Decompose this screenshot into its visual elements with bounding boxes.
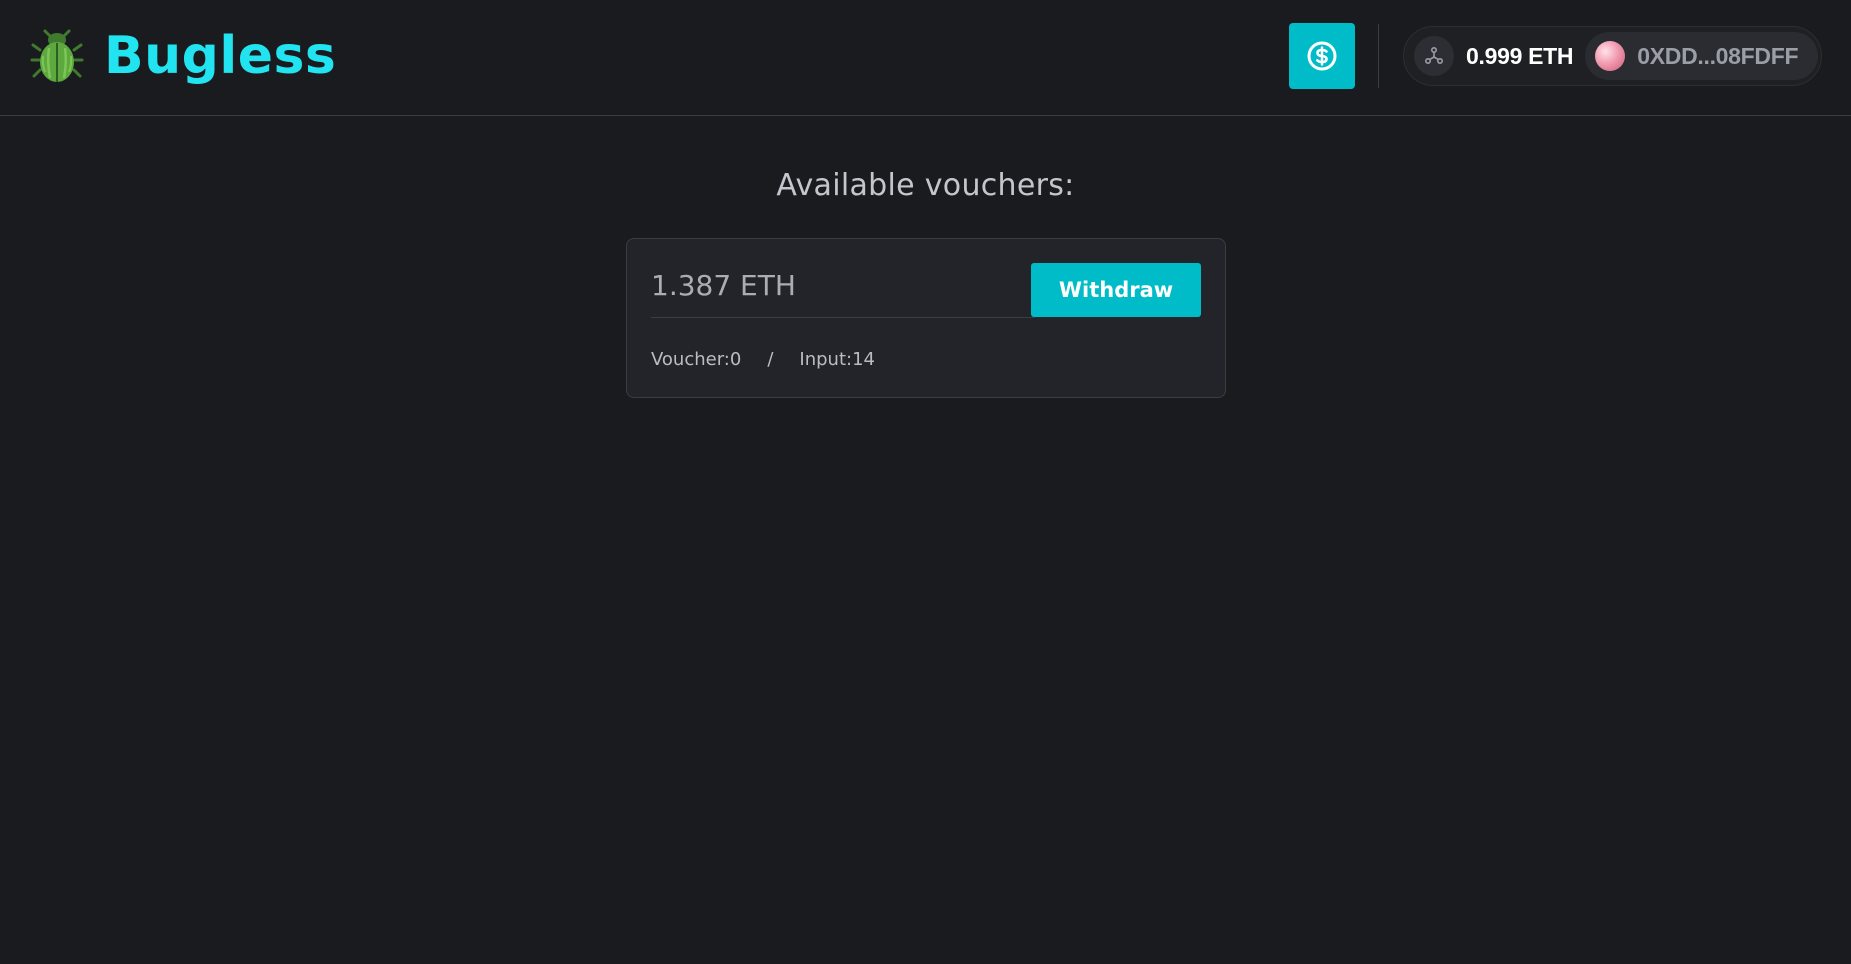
page-title: Available vouchers:	[776, 168, 1075, 203]
network-icon[interactable]	[1414, 36, 1454, 76]
bug-icon	[30, 29, 84, 82]
withdraw-button[interactable]: Withdraw	[1031, 263, 1201, 317]
header-divider	[1378, 24, 1379, 88]
meta-separator: /	[767, 349, 774, 370]
account-address: 0XDD...08FDFF	[1637, 42, 1799, 69]
voucher-meta: Voucher:0 / Input:14	[651, 349, 875, 370]
app-title: Bugless	[104, 26, 337, 86]
voucher-amount: 1.387 ETH	[651, 269, 796, 302]
voucher-index: Voucher:0	[651, 349, 742, 370]
app-header: Bugless 0.999 ETH 0XDD...08FDFF	[0, 0, 1851, 116]
account-button[interactable]: 0XDD...08FDFF	[1585, 32, 1819, 80]
input-index: Input:14	[799, 349, 875, 370]
wallet-widget: 0.999 ETH 0XDD...08FDFF	[1403, 26, 1822, 86]
dollar-circle-icon	[1307, 41, 1337, 71]
avatar	[1595, 41, 1626, 71]
amount-underline	[651, 317, 1035, 318]
voucher-card: 1.387 ETH Withdraw Voucher:0 / Input:14	[626, 238, 1226, 398]
wallet-balance: 0.999 ETH	[1466, 42, 1574, 69]
brand[interactable]: Bugless	[30, 22, 336, 90]
fund-button[interactable]	[1289, 23, 1355, 89]
